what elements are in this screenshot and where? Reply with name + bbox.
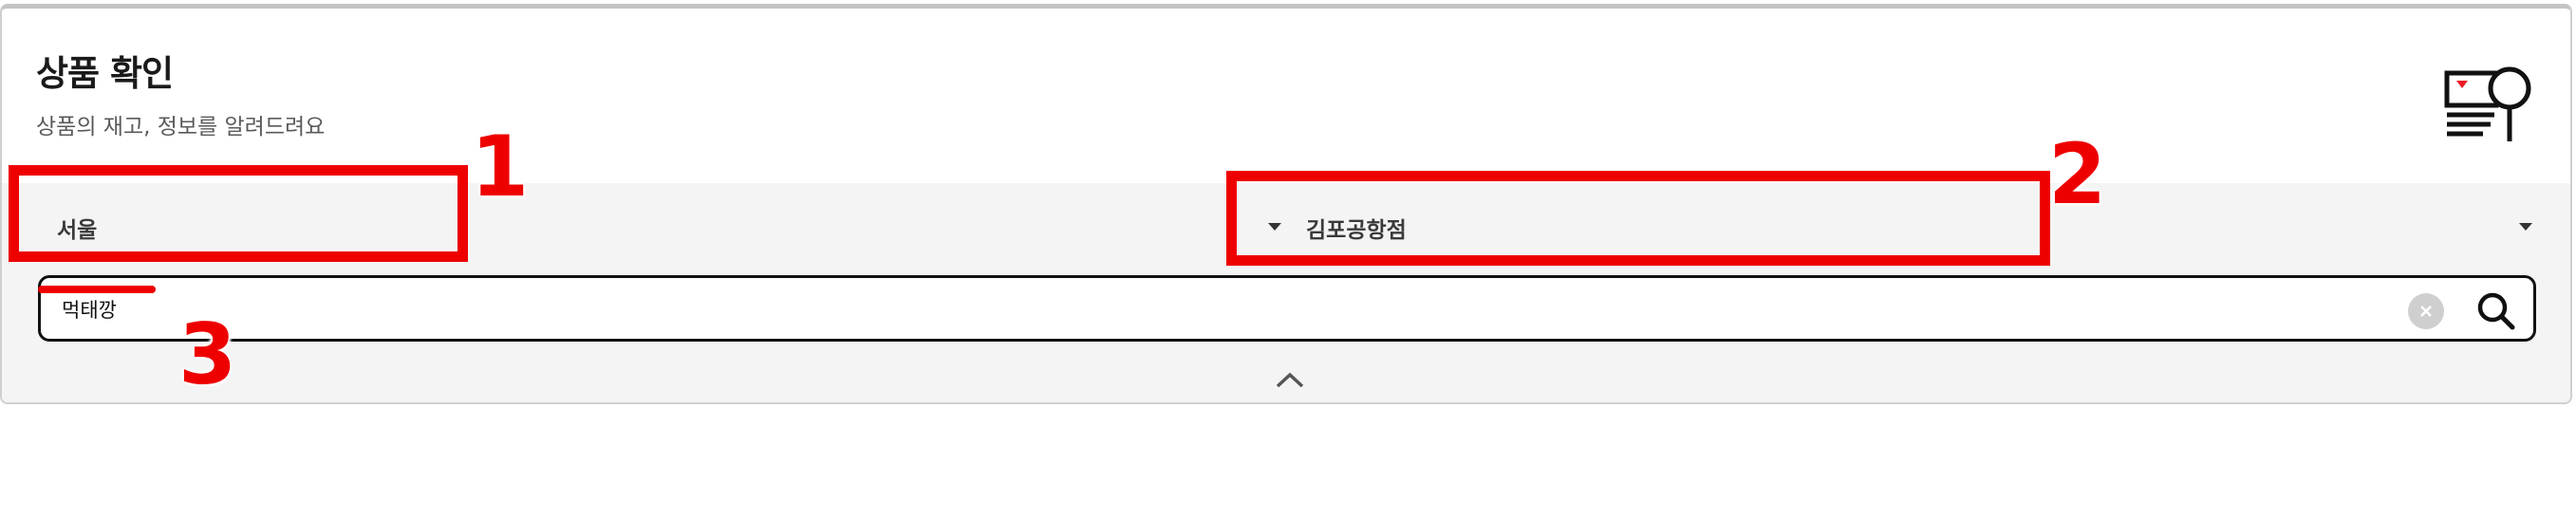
annotation-underline-3 — [38, 286, 156, 293]
annotation-box-1 — [9, 165, 468, 262]
annotation-number-2: 2 — [2048, 125, 2107, 223]
clear-button[interactable] — [2408, 293, 2444, 329]
annotation-number-1: 1 — [471, 118, 530, 215]
search-icon[interactable] — [2474, 289, 2518, 333]
caret-down-icon — [2519, 223, 2532, 231]
search-box — [38, 275, 2536, 342]
search-input[interactable] — [60, 289, 2389, 329]
page-title: 상품 확인 — [36, 53, 174, 94]
annotation-box-2 — [1226, 171, 2050, 266]
clear-icon — [2420, 306, 2432, 317]
annotation-number-3: 3 — [178, 306, 237, 403]
stock-search-icon — [2444, 66, 2531, 141]
page-subtitle: 상품의 재고, 정보를 알려드려요 — [36, 115, 326, 139]
chevron-up-icon[interactable] — [1274, 369, 1306, 392]
